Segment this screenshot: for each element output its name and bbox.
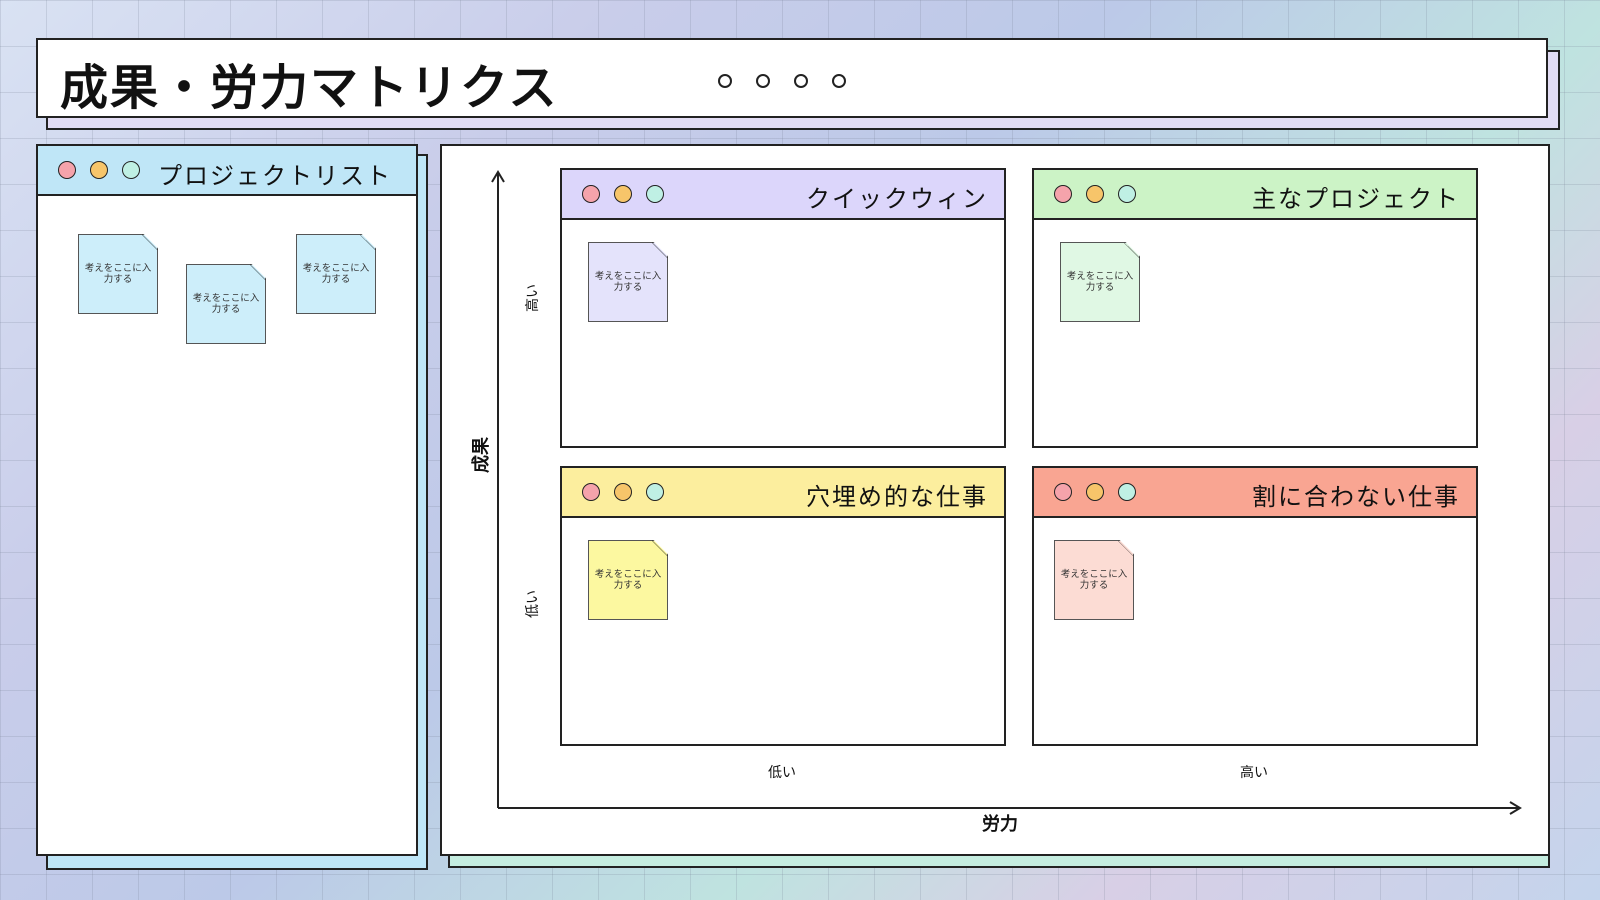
sticky-note-text: 考えをここに入力する [594,271,662,293]
project-list-panel: プロジェクトリスト 考えをここに入力する 考えをここに入力する 考えをここに入力… [36,144,418,856]
y-axis-title: 成果 [471,437,492,473]
matrix-panel: 成果 高い 低い 低い 高い 労力 クイックウィン 考えをここに入力する 主なプ… [440,144,1550,856]
sticky-note[interactable]: 考えをここに入力する [1060,242,1140,322]
y-axis-high-label: 高い [525,284,541,312]
x-axis-title: 労力 [982,814,1018,835]
sticky-note-text: 考えをここに入力する [84,263,152,285]
sticky-note-text: 考えをここに入力する [594,569,662,591]
window-dots [582,185,664,203]
quadrant-title: クイックウィン [806,185,988,213]
quadrant-header: 割に合わない仕事 [1034,468,1476,518]
project-list-title: プロジェクトリスト [158,162,392,190]
quadrant-quick-wins: クイックウィン 考えをここに入力する [560,168,1006,448]
quadrant-thankless-tasks: 割に合わない仕事 考えをここに入力する [1032,466,1478,746]
window-dot-red [582,483,600,501]
sticky-note[interactable]: 考えをここに入力する [588,242,668,322]
sticky-note[interactable]: 考えをここに入力する [186,264,266,344]
window-dots [582,483,664,501]
quadrant-header: 主なプロジェクト [1034,170,1476,220]
window-dot-green [122,161,140,179]
decoration-dot [756,74,770,88]
sticky-note[interactable]: 考えをここに入力する [296,234,376,314]
window-dot-green [1118,483,1136,501]
title-bar: 成果・労力マトリクス [36,38,1548,118]
sticky-note[interactable]: 考えをここに入力する [1054,540,1134,620]
quadrant-major-projects: 主なプロジェクト 考えをここに入力する [1032,168,1478,448]
window-dots [1054,185,1136,203]
project-list-header: プロジェクトリスト [38,146,416,196]
window-dot-yellow [1086,483,1104,501]
sticky-note[interactable]: 考えをここに入力する [78,234,158,314]
decoration-dot [832,74,846,88]
x-axis-low-label: 低い [768,765,796,781]
sticky-note-text: 考えをここに入力する [302,263,370,285]
quadrant-header: 穴埋め的な仕事 [562,468,1004,518]
window-dot-yellow [90,161,108,179]
sticky-note-text: 考えをここに入力する [192,293,260,315]
window-dots [58,161,140,179]
window-dot-green [646,483,664,501]
window-dot-red [58,161,76,179]
sticky-note[interactable]: 考えをここに入力する [588,540,668,620]
quadrant-title: 割に合わない仕事 [1252,483,1460,511]
window-dot-green [646,185,664,203]
y-axis-low-label: 低い [525,590,541,618]
quadrant-header: クイックウィン [562,170,1004,220]
decoration-dot [794,74,808,88]
window-dot-red [1054,483,1072,501]
window-dot-red [1054,185,1072,203]
window-dot-yellow [614,185,632,203]
x-axis-high-label: 高い [1240,765,1268,781]
title-decoration-dots [718,74,846,88]
sticky-note-text: 考えをここに入力する [1060,569,1128,591]
page-title: 成果・労力マトリクス [60,60,559,116]
quadrant-fill-ins: 穴埋め的な仕事 考えをここに入力する [560,466,1006,746]
window-dot-green [1118,185,1136,203]
window-dot-red [582,185,600,203]
window-dots [1054,483,1136,501]
sticky-note-text: 考えをここに入力する [1066,271,1134,293]
window-dot-yellow [614,483,632,501]
quadrant-title: 穴埋め的な仕事 [806,483,988,511]
window-dot-yellow [1086,185,1104,203]
decoration-dot [718,74,732,88]
quadrant-title: 主なプロジェクト [1252,185,1460,213]
